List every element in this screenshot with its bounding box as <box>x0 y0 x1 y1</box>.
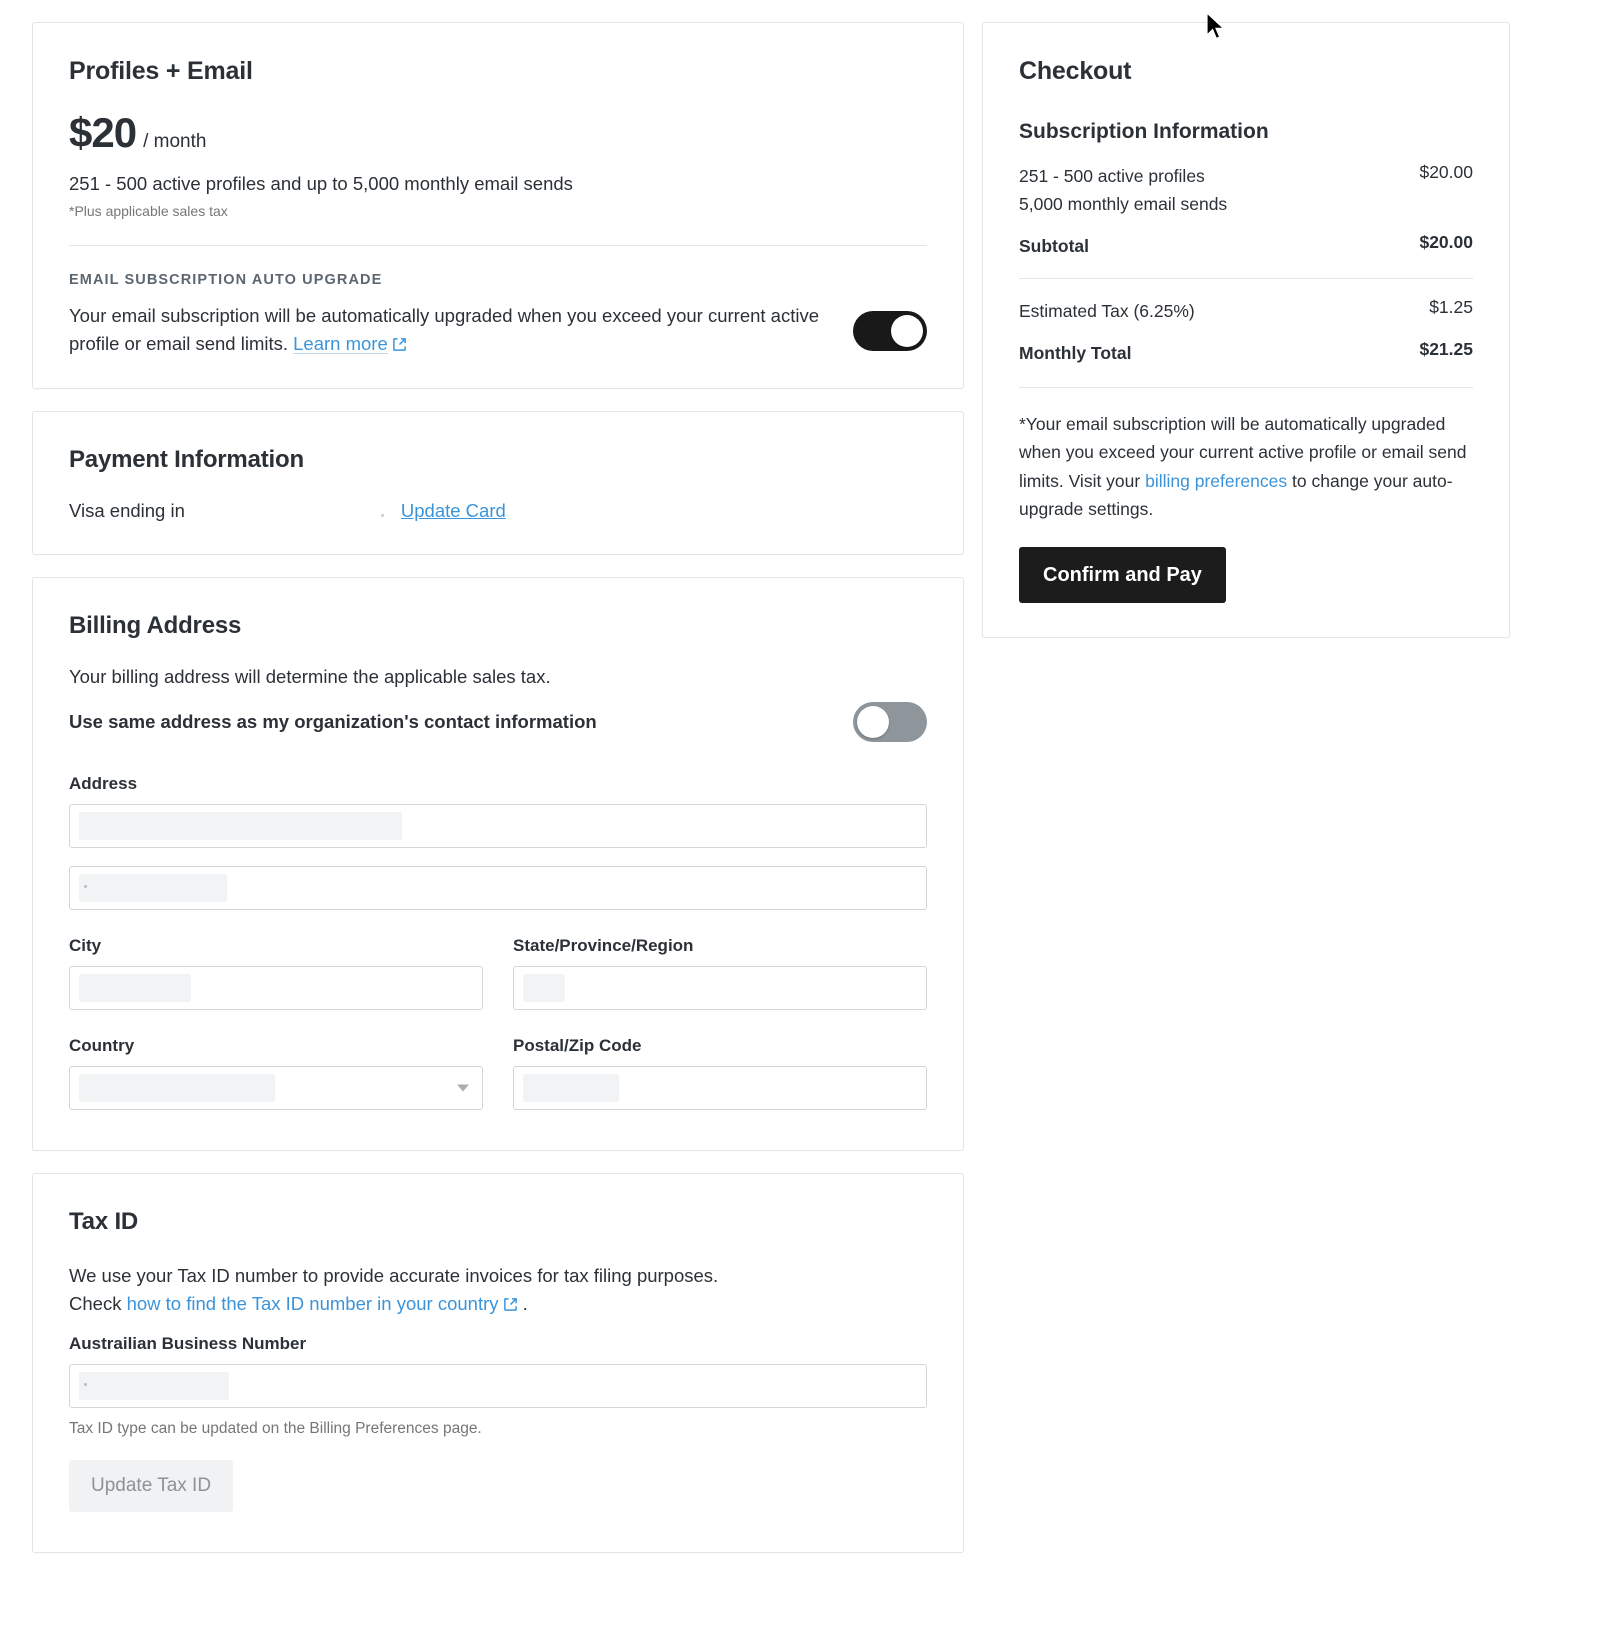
city-label: City <box>69 936 102 956</box>
checkout-footnote: *Your email subscription will be automat… <box>1019 410 1473 523</box>
learn-more-label: Learn more <box>293 333 388 355</box>
redacted-value <box>79 812 402 841</box>
monthly-total-value: $21.25 <box>1419 339 1473 359</box>
update-tax-id-button[interactable]: Update Tax ID <box>69 1459 234 1512</box>
card-digits-redacted <box>191 502 401 520</box>
tax-id-check-suffix: . <box>522 1292 528 1314</box>
plan-price-amount: $20 <box>69 109 137 156</box>
subtotal-label: Subtotal <box>1019 236 1089 256</box>
country-select[interactable] <box>69 1066 483 1111</box>
chevron-down-icon <box>457 1084 469 1092</box>
plan-price-row: $20 / month <box>69 112 927 154</box>
tax-id-description-line1: We use your Tax ID number to provide acc… <box>69 1265 719 1287</box>
auto-upgrade-section-label: EMAIL SUBSCRIPTION AUTO UPGRADE <box>69 271 383 288</box>
tax-value: $1.25 <box>1429 297 1473 317</box>
subscription-information-title: Subscription Information <box>1019 120 1269 143</box>
city-field: City <box>69 936 483 1011</box>
tax-row: Estimated Tax (6.25%) $1.25 <box>1019 297 1473 325</box>
external-link-icon <box>392 332 407 360</box>
confirm-and-pay-button[interactable]: Confirm and Pay <box>1019 547 1226 604</box>
payment-information-title: Payment Information <box>69 446 304 474</box>
address-line1-input[interactable] <box>69 804 927 849</box>
auto-upgrade-toggle[interactable] <box>853 311 927 352</box>
tax-id-card: Tax ID We use your Tax ID number to prov… <box>32 1173 964 1553</box>
subtotal-value: $20.00 <box>1419 232 1473 252</box>
state-field: State/Province/Region <box>513 936 927 1011</box>
state-label: State/Province/Region <box>513 936 694 956</box>
redacted-value <box>523 974 565 1003</box>
tax-id-description: We use your Tax ID number to provide acc… <box>69 1262 927 1320</box>
country-postal-row: Country Postal/Zip Code <box>69 1036 927 1111</box>
redacted-value <box>523 1074 619 1103</box>
same-address-row: Use same address as my organization's co… <box>69 702 927 743</box>
state-input[interactable] <box>513 966 927 1011</box>
city-input[interactable] <box>69 966 483 1011</box>
toggle-knob <box>857 706 889 739</box>
redacted-value <box>79 1371 229 1400</box>
line-item-value: $20.00 <box>1419 162 1473 182</box>
city-state-row: City State/Province/Region <box>69 936 927 1011</box>
billing-checkout-page: Profiles + Email $20 / month 251 - 500 a… <box>0 0 1610 1642</box>
redacted-value <box>79 1074 275 1103</box>
tax-id-help-link-label: how to find the Tax ID number in your co… <box>126 1292 499 1314</box>
address-field-label: Address <box>69 774 138 794</box>
update-card-link[interactable]: Update Card <box>401 500 506 522</box>
tax-id-input[interactable] <box>69 1363 927 1408</box>
redacted-value <box>79 874 227 903</box>
billing-address-title: Billing Address <box>69 612 242 640</box>
same-address-label: Use same address as my organization's co… <box>69 711 597 733</box>
plan-summary-card: Profiles + Email $20 / month 251 - 500 a… <box>32 22 964 390</box>
monthly-total-label: Monthly Total <box>1019 343 1132 363</box>
line-item-label-2: 5,000 monthly email sends <box>1019 194 1228 214</box>
subtotal-row: Subtotal $20.00 <box>1019 232 1473 260</box>
tax-id-help-link[interactable]: how to find the Tax ID number in your co… <box>127 1293 499 1314</box>
monthly-total-row: Monthly Total $21.25 <box>1019 339 1473 367</box>
billing-address-card: Billing Address Your billing address wil… <box>32 577 964 1152</box>
right-column: Checkout Subscription Information 251 - … <box>982 22 1510 1642</box>
auto-upgrade-row: Your email subscription will be automati… <box>69 302 927 360</box>
same-address-toggle[interactable] <box>853 702 927 743</box>
country-field: Country <box>69 1036 483 1111</box>
plan-description: 251 - 500 active profiles and up to 5,00… <box>69 173 573 194</box>
checkout-line-item: 251 - 500 active profiles 5,000 monthly … <box>1019 162 1473 218</box>
tax-id-field-label: Austrailian Business Number <box>69 1333 307 1353</box>
tax-id-check-prefix: Check <box>69 1292 122 1314</box>
postal-label: Postal/Zip Code <box>513 1036 642 1056</box>
redacted-value <box>79 974 191 1003</box>
auto-upgrade-text: Your email subscription will be automati… <box>69 304 819 355</box>
auto-upgrade-description: Your email subscription will be automati… <box>69 302 829 360</box>
plan-tax-note: *Plus applicable sales tax <box>69 202 228 219</box>
plan-divider <box>69 244 927 246</box>
external-link-icon <box>503 1292 518 1320</box>
tax-id-hint: Tax ID type can be updated on the Billin… <box>69 1419 482 1437</box>
learn-more-link[interactable]: Learn more <box>293 333 388 354</box>
postal-input[interactable] <box>513 1066 927 1111</box>
checkout-divider-1 <box>1019 278 1473 279</box>
address-line2-input[interactable] <box>69 866 927 911</box>
billing-address-subtitle: Your billing address will determine the … <box>69 666 551 688</box>
plan-title: Profiles + Email <box>69 57 253 85</box>
left-column: Profiles + Email $20 / month 251 - 500 a… <box>32 22 964 1642</box>
line-item-labels: 251 - 500 active profiles 5,000 monthly … <box>1019 162 1227 218</box>
checkout-card: Checkout Subscription Information 251 - … <box>982 22 1510 639</box>
postal-field: Postal/Zip Code <box>513 1036 927 1111</box>
tax-label: Estimated Tax (6.25%) <box>1019 301 1195 321</box>
checkout-divider-2 <box>1019 387 1473 388</box>
country-label: Country <box>69 1036 135 1056</box>
billing-preferences-link[interactable]: billing preferences <box>1145 471 1287 491</box>
plan-price-period: / month <box>143 131 207 152</box>
card-brand-label: Visa ending in <box>69 500 185 522</box>
line-item-label-1: 251 - 500 active profiles <box>1019 166 1205 186</box>
payment-card-row: Visa ending in Update Card <box>69 500 927 522</box>
tax-id-title: Tax ID <box>69 1208 139 1236</box>
checkout-title: Checkout <box>1019 57 1132 85</box>
toggle-knob <box>891 315 923 348</box>
payment-information-card: Payment Information Visa ending in Updat… <box>32 411 964 556</box>
